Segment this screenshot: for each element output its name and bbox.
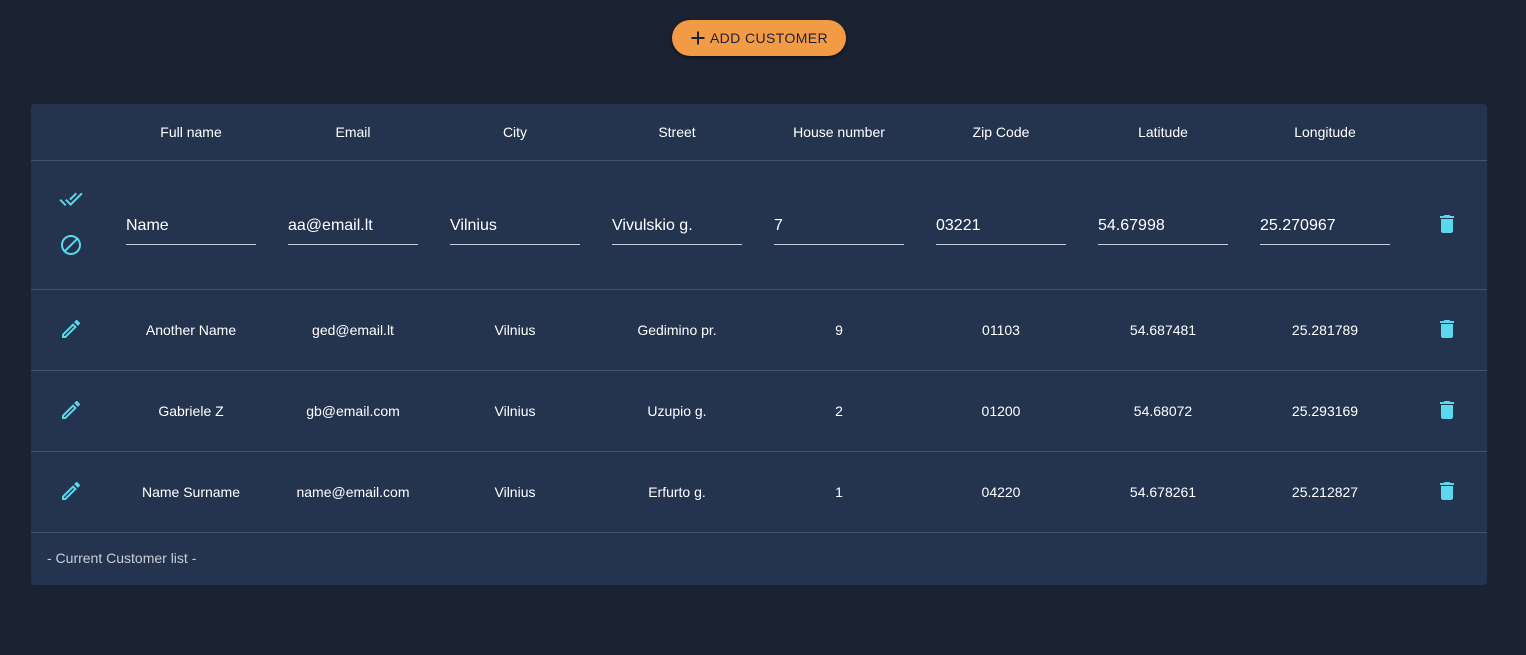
house-number-field[interactable]	[774, 213, 904, 245]
cell-full-name: Name Surname	[110, 451, 272, 533]
cell-city: Vilnius	[434, 370, 596, 452]
cell-house-number: 1	[758, 451, 920, 533]
longitude-field[interactable]	[1260, 213, 1390, 245]
header-full-name[interactable]: Full name	[110, 104, 272, 161]
cell-longitude: 25.293169	[1244, 370, 1406, 452]
edit-row-actions	[31, 160, 110, 290]
cell-house-number: 2	[758, 370, 920, 452]
cell-email: gb@email.com	[272, 370, 434, 452]
cell-street: Gedimino pr.	[596, 289, 758, 371]
cell-zip-code: 01200	[920, 370, 1082, 452]
cell-latitude: 54.68072	[1082, 370, 1244, 452]
city-field[interactable]	[450, 213, 580, 245]
email-field[interactable]	[288, 213, 418, 245]
delete-icon[interactable]	[1435, 398, 1459, 422]
customer-table: Full name Email City Street House number…	[31, 104, 1487, 533]
add-customer-button[interactable]: ADD CUSTOMER	[672, 20, 846, 56]
street-field[interactable]	[612, 213, 742, 245]
cell-zip-code: 01103	[920, 289, 1082, 371]
header-actions	[31, 104, 110, 161]
pencil-icon[interactable]	[59, 398, 83, 422]
zip-code-field[interactable]	[936, 213, 1066, 245]
cell-longitude: 25.212827	[1244, 451, 1406, 533]
cell-email: ged@email.lt	[272, 289, 434, 371]
header-house-number[interactable]: House number	[758, 104, 920, 161]
cell-street: Uzupio g.	[596, 370, 758, 452]
cell-city: Vilnius	[434, 289, 596, 371]
pencil-icon[interactable]	[59, 479, 83, 503]
add-customer-label: ADD CUSTOMER	[709, 30, 829, 46]
header-delete	[1406, 104, 1487, 161]
header-latitude[interactable]: Latitude	[1082, 104, 1244, 161]
table-row: Name Surname name@email.com Vilnius Erfu…	[31, 451, 1487, 533]
table-caption: - Current Customer list -	[47, 550, 197, 566]
done-all-icon[interactable]	[58, 187, 83, 211]
delete-icon[interactable]	[1435, 317, 1459, 341]
customer-table-card: Full name Email City Street House number…	[31, 104, 1487, 585]
full-name-field[interactable]	[126, 213, 256, 245]
header-zip-code[interactable]: Zip Code	[920, 104, 1082, 161]
edit-row	[31, 160, 1487, 290]
table-row: Gabriele Z gb@email.com Vilnius Uzupio g…	[31, 370, 1487, 452]
delete-icon[interactable]	[1435, 212, 1459, 236]
header-longitude[interactable]: Longitude	[1244, 104, 1406, 161]
pencil-icon[interactable]	[59, 317, 83, 341]
plus-icon	[690, 30, 706, 46]
cell-house-number: 9	[758, 289, 920, 371]
cell-latitude: 54.687481	[1082, 289, 1244, 371]
table-row: Another Name ged@email.lt Vilnius Gedimi…	[31, 289, 1487, 371]
latitude-field[interactable]	[1098, 213, 1228, 245]
header-city[interactable]: City	[434, 104, 596, 161]
cell-city: Vilnius	[434, 451, 596, 533]
header-street[interactable]: Street	[596, 104, 758, 161]
cell-full-name: Gabriele Z	[110, 370, 272, 452]
delete-icon[interactable]	[1435, 479, 1459, 503]
header-email[interactable]: Email	[272, 104, 434, 161]
cell-email: name@email.com	[272, 451, 434, 533]
cell-full-name: Another Name	[110, 289, 272, 371]
cell-street: Erfurto g.	[596, 451, 758, 533]
cell-zip-code: 04220	[920, 451, 1082, 533]
table-header-row: Full name Email City Street House number…	[31, 104, 1487, 161]
cancel-icon[interactable]	[59, 233, 83, 257]
cell-longitude: 25.281789	[1244, 289, 1406, 371]
cell-latitude: 54.678261	[1082, 451, 1244, 533]
